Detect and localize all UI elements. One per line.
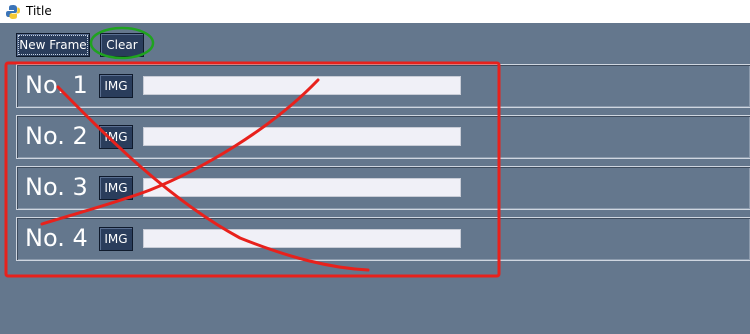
frame-entry[interactable]	[143, 178, 461, 197]
python-icon	[6, 5, 20, 19]
frame-row: No. 3 IMG	[16, 166, 750, 210]
frame-entry[interactable]	[143, 127, 461, 146]
frame-entry[interactable]	[143, 76, 461, 95]
frame-row: No. 1 IMG	[16, 64, 750, 108]
img-button[interactable]: IMG	[99, 125, 133, 149]
title-bar: Title	[0, 0, 750, 23]
clear-button[interactable]: Clear	[100, 33, 144, 57]
img-button[interactable]: IMG	[99, 227, 133, 251]
frame-label: No. 1	[25, 71, 88, 99]
frame-label: No. 2	[25, 122, 88, 150]
img-button[interactable]: IMG	[99, 176, 133, 200]
new-frame-button[interactable]: New Frame	[16, 33, 90, 57]
img-button[interactable]: IMG	[99, 74, 133, 98]
window-title: Title	[26, 4, 52, 18]
frame-row: No. 2 IMG	[16, 115, 750, 159]
frame-label: No. 3	[25, 173, 88, 201]
frame-row: No. 4 IMG	[16, 217, 750, 261]
frame-entry[interactable]	[143, 229, 461, 248]
frame-label: No. 4	[25, 224, 88, 252]
